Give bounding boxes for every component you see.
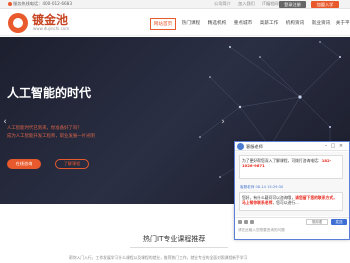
- emoji-icon[interactable]: [238, 220, 242, 224]
- top-links: 公司简介 加入我们 IT编程网: [214, 1, 285, 7]
- hotline-text: 服务热线电话：400-012-6683: [13, 1, 72, 6]
- franchise-button[interactable]: 加盟入学: [311, 1, 339, 8]
- hero-subtitle-2: 成为人工智能开发工程师，职业发展一片光明: [7, 134, 95, 139]
- chat-toolbar: [238, 220, 256, 225]
- carousel-prev-icon[interactable]: ‹: [0, 116, 10, 128]
- maximize-icon[interactable]: □: [330, 143, 336, 149]
- send-button[interactable]: 发送: [331, 219, 347, 225]
- minimize-icon[interactable]: –: [323, 143, 329, 149]
- site-header: 镀金池 www.dujinchi.com 网站首页 热门课程 精选机构 重点城市…: [0, 10, 350, 36]
- chat-input-area: 常用语 发送 请在此输入您想要咨询的问题: [235, 217, 349, 239]
- login-register-button[interactable]: 登录注册: [279, 1, 306, 8]
- nav-home[interactable]: 网站首页: [150, 18, 176, 30]
- chat-message-reply: 您好，有什么疑问可以咨询哦，请您留下您的联系方式，马上帮你联系老师，您可以进行.…: [239, 192, 343, 211]
- chat-header: 客服老师 – □ ×: [235, 142, 349, 151]
- section-description: 帮你入门入行，工作发展学习什么课程以及课程的就业，推荐热门工作，就业专业的全面对…: [69, 255, 248, 260]
- nav-institution-news[interactable]: 机构资讯: [282, 18, 308, 30]
- learn-courses-button[interactable]: 了解课程: [55, 159, 89, 169]
- chat-window: 客服老师 – □ × 为了更好帮您深入了解课程，可拨打咨询电话：182-1026…: [234, 141, 350, 240]
- chat-message-greeting: 为了更好帮您深入了解课程，可拨打咨询电话：182-1026-9671: [239, 155, 343, 179]
- chat-messages: 为了更好帮您深入了解课程，可拨打咨询电话：182-1026-9671 客服老师 …: [235, 152, 349, 216]
- hotline: 服务热线电话：400-012-6683: [8, 1, 72, 7]
- nav-institutions[interactable]: 精选机构: [204, 18, 230, 30]
- quick-phrases-button[interactable]: 常用语: [306, 219, 328, 225]
- top-link-it[interactable]: IT编程网: [262, 1, 278, 6]
- nav-cities[interactable]: 重点城市: [230, 18, 256, 30]
- reply-text-b: ，您可以进行...: [272, 200, 299, 205]
- nav-jobs[interactable]: 高薪工作: [256, 18, 282, 30]
- logo-domain: www.dujinchi.com: [33, 26, 70, 31]
- agent-avatar: [237, 143, 244, 150]
- top-link-join-us[interactable]: 加入我们: [238, 1, 255, 6]
- section-divider: [130, 247, 228, 248]
- logo-mark: [8, 13, 28, 33]
- nav-hot-courses[interactable]: 热门课程: [178, 18, 204, 30]
- image-icon[interactable]: [244, 220, 248, 224]
- nav-about[interactable]: 关于平台: [332, 18, 350, 30]
- section-title: 热门IT专业课程推荐: [143, 235, 206, 243]
- agent-name: 客服老师: [246, 144, 263, 149]
- logo-name: 镀金池: [32, 13, 69, 27]
- top-link-about[interactable]: 公司简介: [214, 1, 231, 6]
- phone-icon: [8, 2, 12, 6]
- online-consult-button[interactable]: 在线咨询: [7, 159, 41, 169]
- top-bar: 服务热线电话：400-012-6683 公司简介 加入我们 IT编程网 登录注册…: [0, 0, 350, 9]
- nav-employment-news[interactable]: 就业资讯: [308, 18, 334, 30]
- chat-message-input[interactable]: 请在此输入您想要咨询的问题: [238, 228, 285, 233]
- carousel-next-icon[interactable]: ›: [218, 116, 228, 128]
- close-icon[interactable]: ×: [338, 143, 344, 149]
- hero-subtitle-1: 人工智能时代已到来，你准备好了吗？: [7, 126, 82, 131]
- hero-title: 人工智能的时代: [7, 86, 92, 100]
- message-meta: 客服老师 08-14 15:29:30: [240, 185, 284, 189]
- site-logo[interactable]: 镀金池 www.dujinchi.com: [8, 13, 98, 33]
- file-icon[interactable]: [250, 220, 254, 224]
